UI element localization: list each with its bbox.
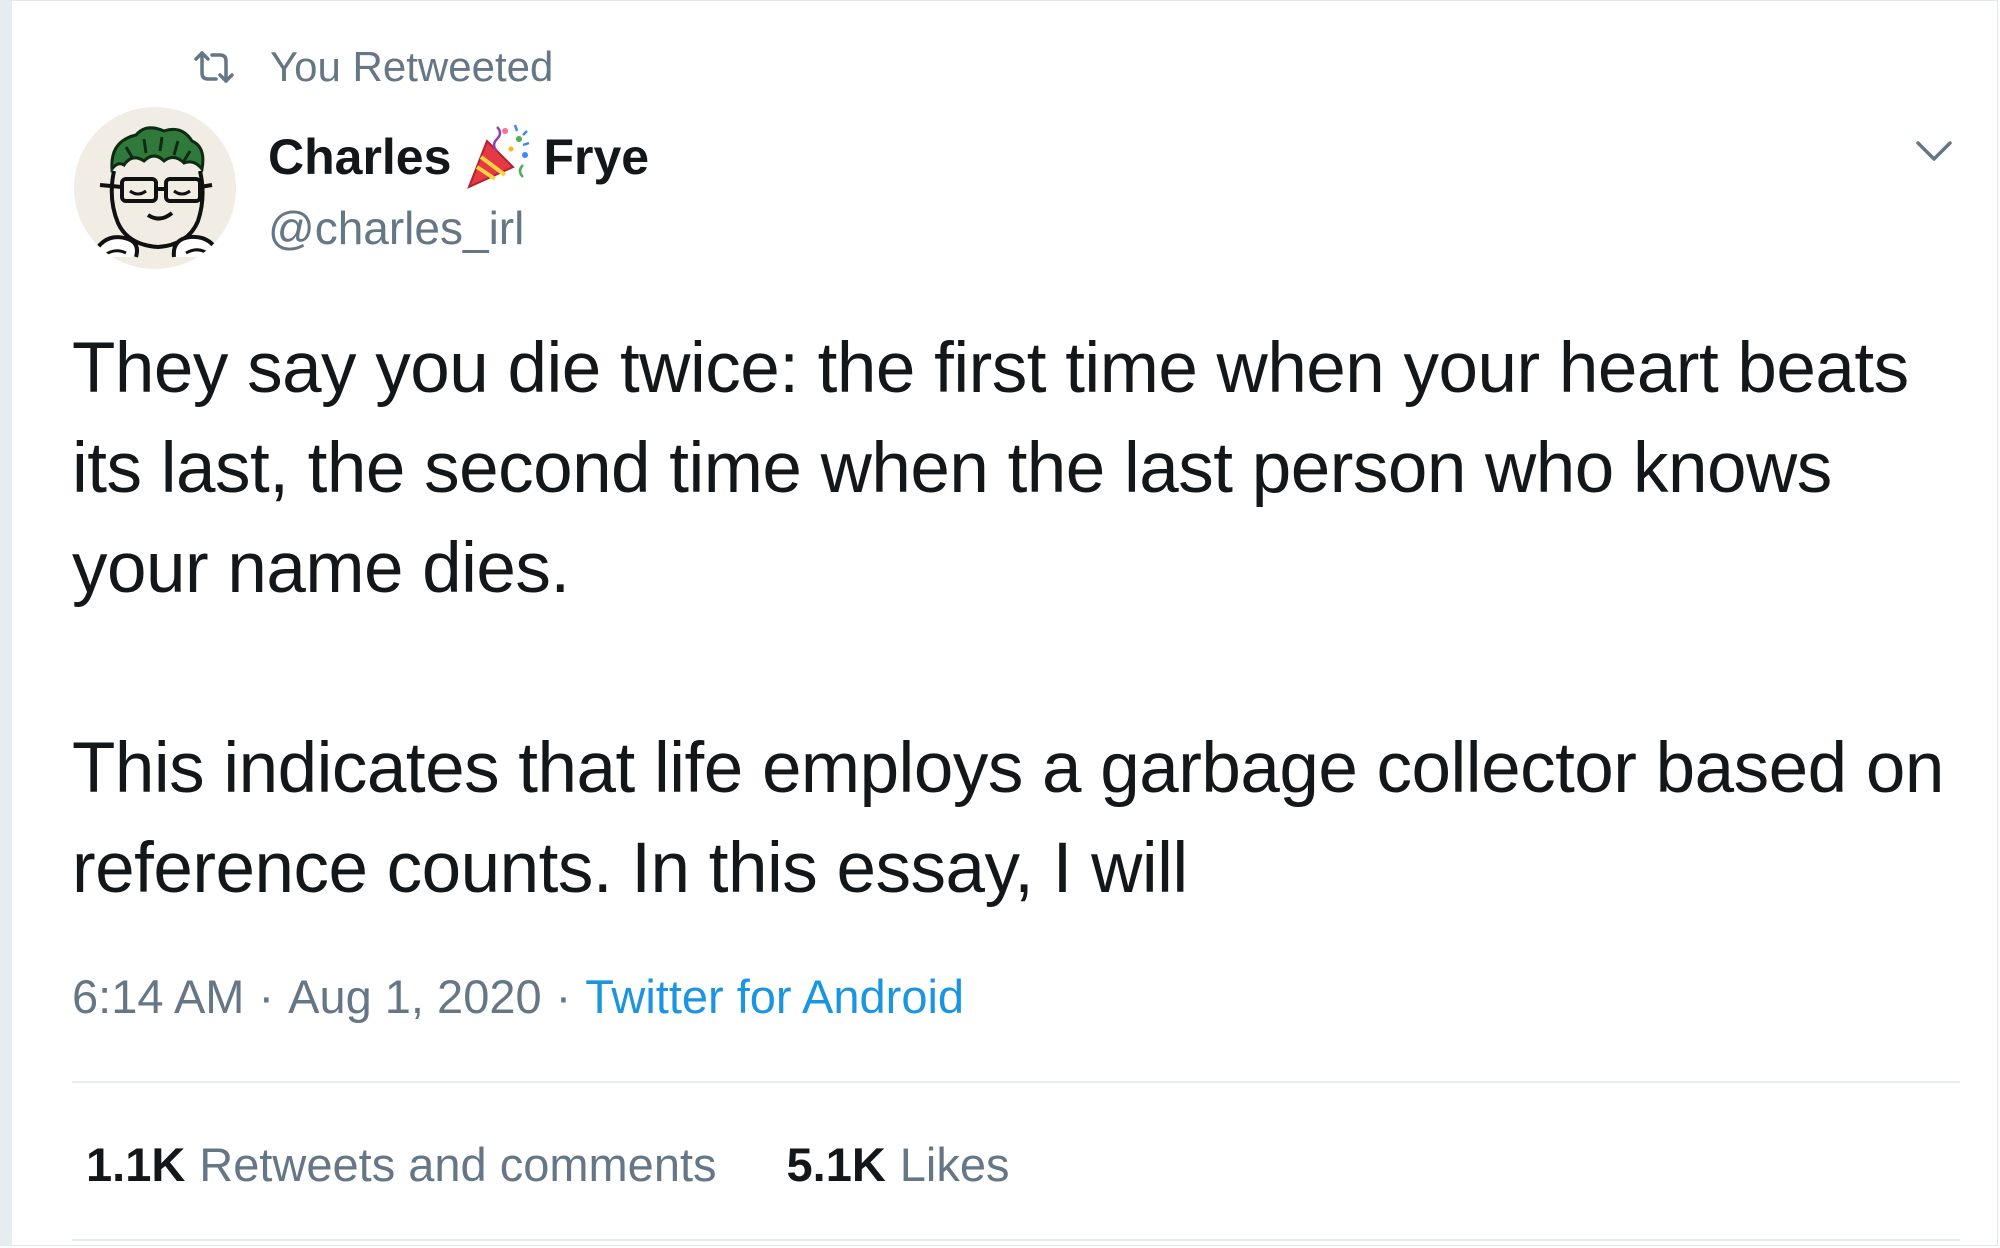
retweets-stat[interactable]: 1.1K Retweets and comments [86, 1137, 717, 1192]
likes-label: Likes [899, 1138, 1010, 1191]
retweet-icon [194, 51, 234, 83]
tweet-date[interactable]: Aug 1, 2020 [288, 969, 542, 1024]
tweet-card: You Retweeted Charles Frye @charles_irl … [0, 0, 1998, 1246]
party-popper-icon [467, 124, 530, 189]
meta-separator: · [555, 970, 572, 1023]
tweet-paragraph: This indicates that life employs a garba… [72, 729, 1944, 908]
tweet-meta: 6:14 AM · Aug 1, 2020 · Twitter for Andr… [72, 969, 964, 1024]
tweet-stats: 1.1K Retweets and comments 5.1K Likes [86, 1137, 1010, 1192]
retweets-label: Retweets and comments [199, 1138, 717, 1191]
tweet-text: They say you die twice: the first time w… [72, 319, 1962, 919]
display-name-first: Charles [268, 129, 452, 185]
likes-stat[interactable]: 5.1K Likes [787, 1137, 1010, 1192]
hand-drawn-avatar [74, 107, 236, 269]
meta-separator: · [258, 970, 275, 1023]
divider [72, 1081, 1960, 1083]
retweet-context: You Retweeted [192, 43, 553, 91]
tweet-source-link[interactable]: Twitter for Android [585, 969, 964, 1024]
display-name[interactable]: Charles Frye [268, 121, 649, 193]
tweet-time[interactable]: 6:14 AM [72, 969, 244, 1024]
chevron-down-icon[interactable] [1912, 129, 1956, 173]
avatar[interactable] [74, 107, 236, 269]
retweets-count: 1.1K [86, 1138, 186, 1191]
user-handle[interactable]: @charles_irl [268, 201, 649, 255]
divider [72, 1239, 1960, 1241]
likes-count: 5.1K [786, 1138, 886, 1191]
author-block[interactable]: Charles Frye @charles_irl [268, 121, 649, 255]
retweet-context-label: You Retweeted [270, 43, 554, 90]
display-name-last: Frye [543, 129, 650, 185]
tweet-paragraph: They say you die twice: the first time w… [72, 329, 1909, 608]
